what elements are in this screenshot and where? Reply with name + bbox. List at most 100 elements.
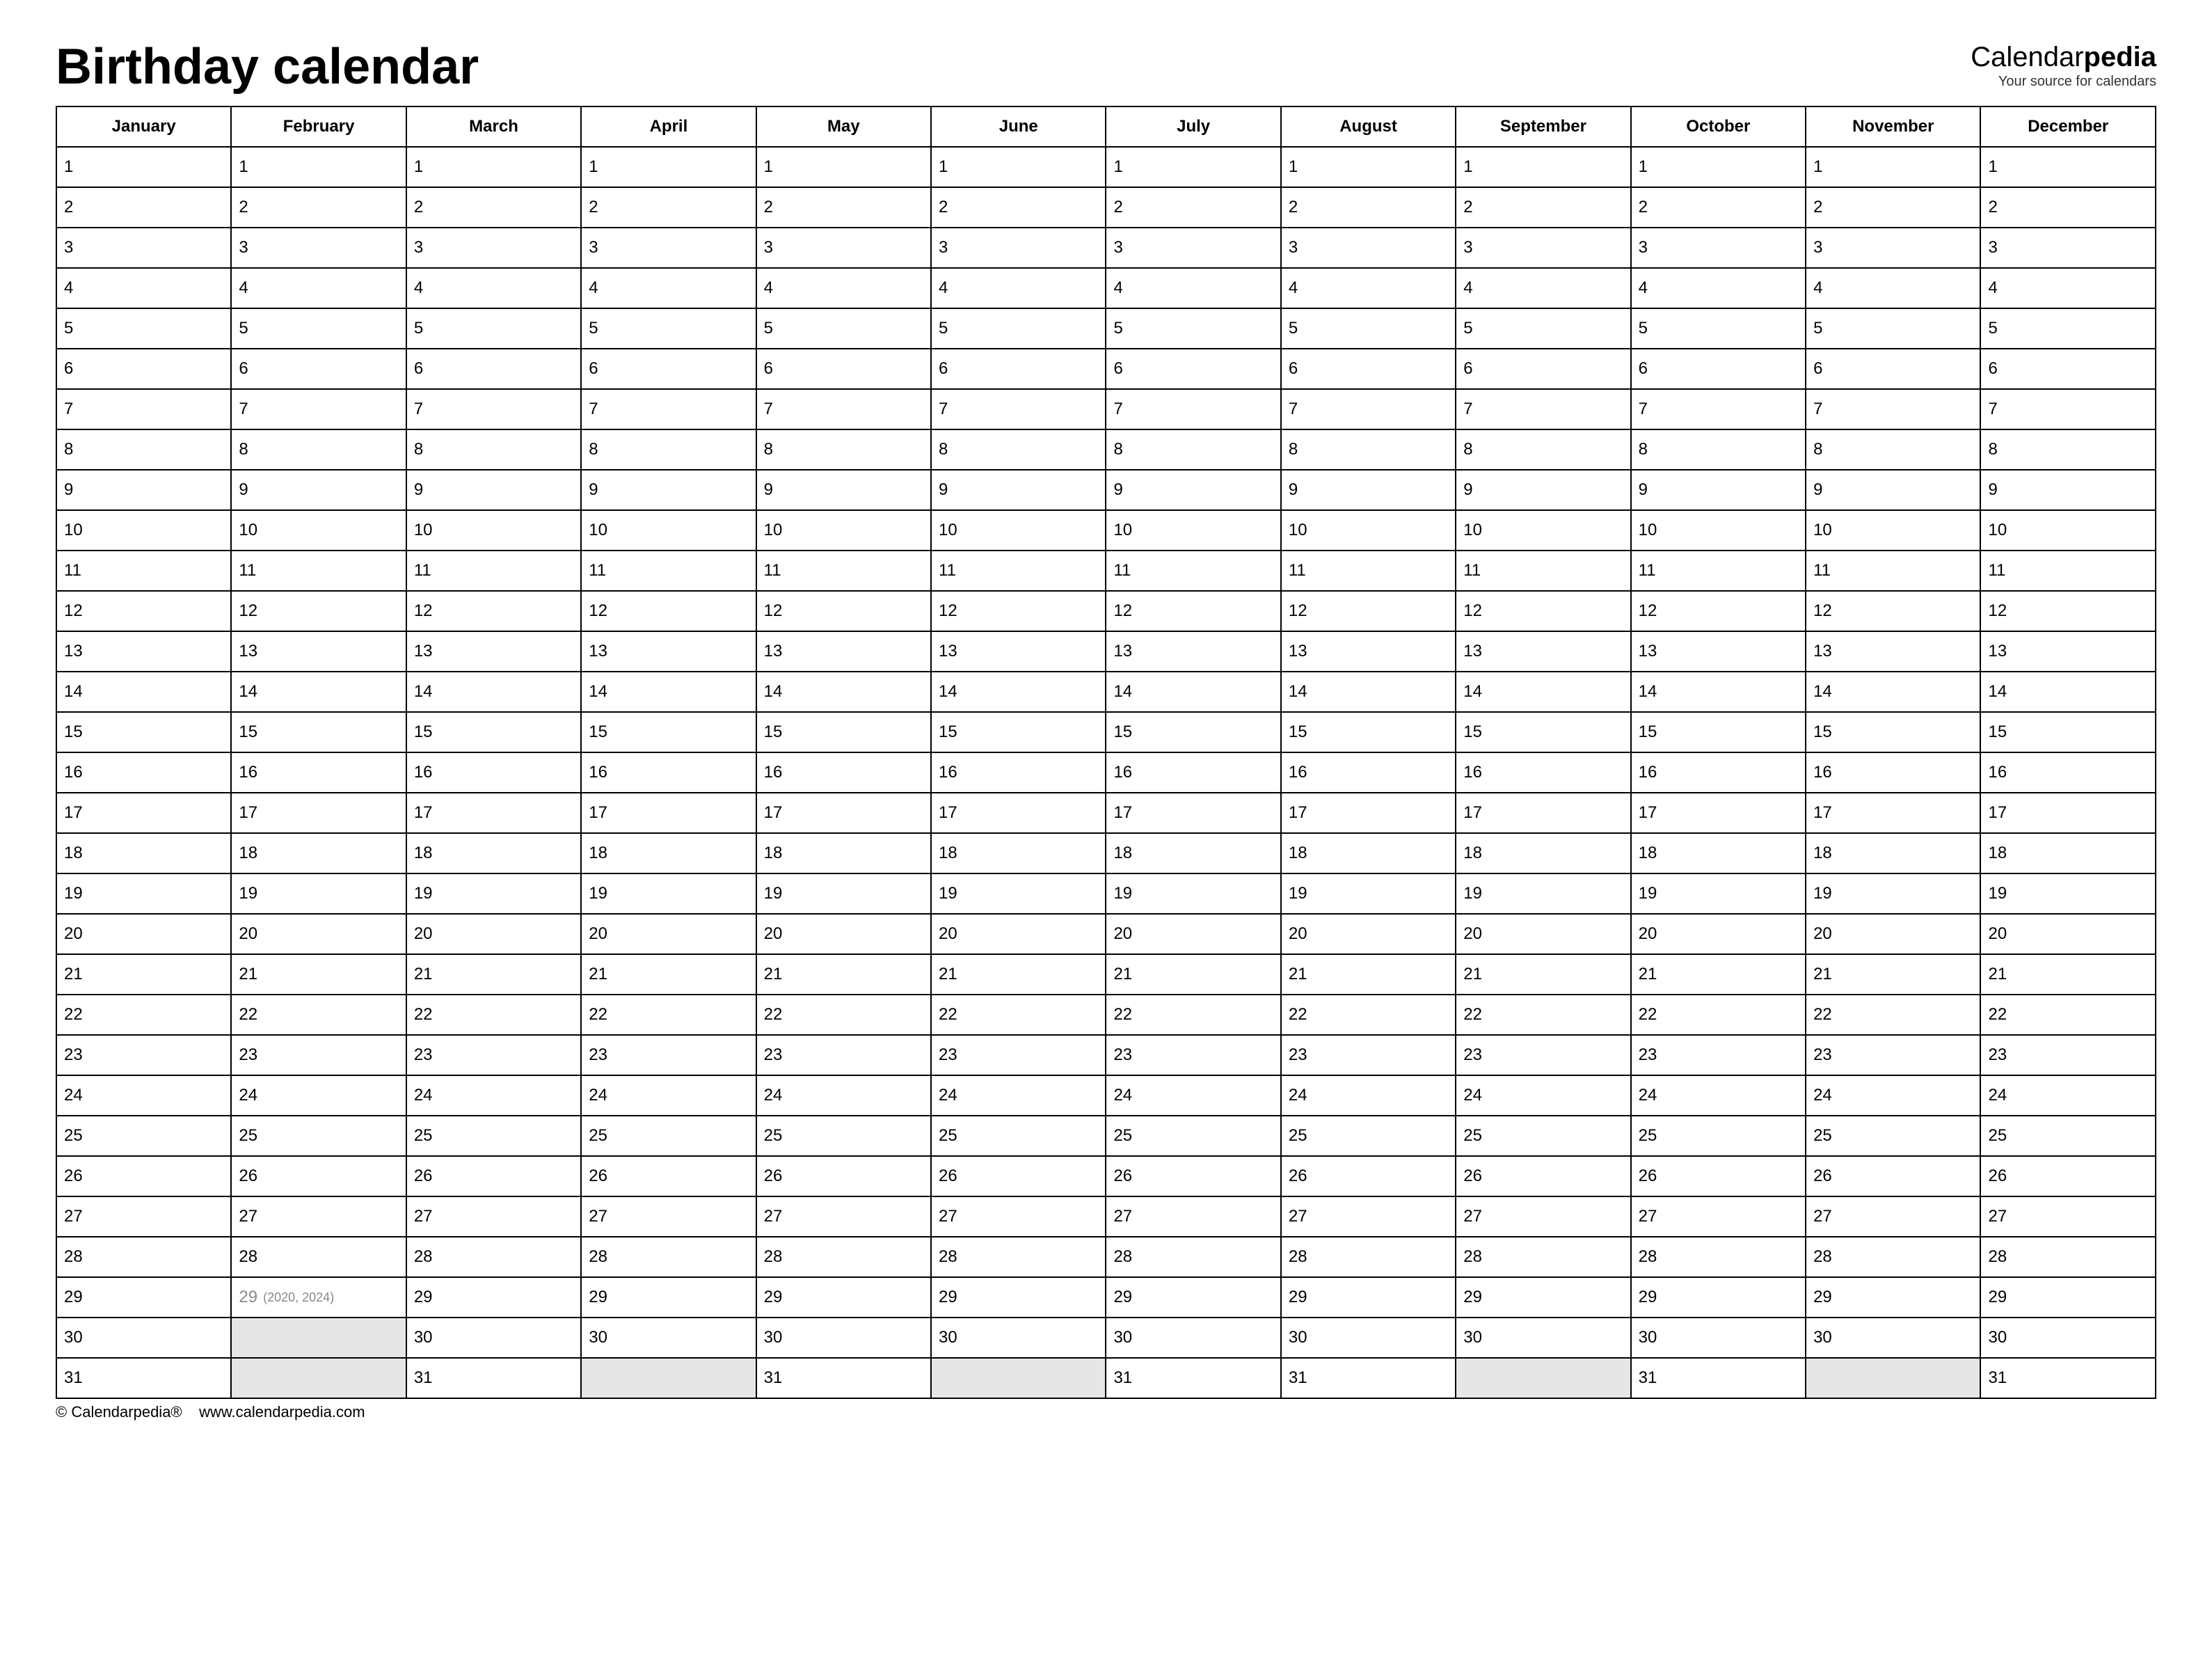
day-cell: 21: [1106, 954, 1280, 995]
day-number: 29: [1113, 1288, 1132, 1307]
day-cell: 8: [1631, 429, 1806, 470]
day-row: 171717171717171717171717: [56, 793, 2156, 833]
day-number: 11: [939, 561, 956, 580]
day-number: 3: [1639, 238, 1648, 258]
day-number: 25: [1289, 1126, 1307, 1146]
day-cell: 17: [581, 793, 756, 833]
day-cell: 30: [581, 1318, 756, 1358]
day-number: 22: [1988, 1005, 2007, 1025]
day-number: 17: [589, 803, 607, 823]
day-row: 111111111111111111111111: [56, 551, 2156, 591]
day-cell: 8: [56, 429, 231, 470]
day-number: 18: [1113, 844, 1132, 863]
day-number: 6: [1813, 359, 1822, 379]
day-number: 7: [939, 400, 948, 419]
day-cell: 24: [1456, 1075, 1630, 1116]
day-number: 18: [589, 844, 607, 863]
day-cell: 20: [231, 914, 406, 954]
day-cell: 23: [581, 1035, 756, 1075]
day-number: 16: [1289, 763, 1307, 782]
day-number: 18: [414, 844, 433, 863]
day-number: 10: [1113, 521, 1132, 540]
day-row: 282828282828282828282828: [56, 1237, 2156, 1277]
day-number: 13: [1463, 642, 1482, 661]
day-cell: 7: [1806, 389, 1980, 429]
day-number: 22: [1113, 1005, 1132, 1025]
day-cell: 6: [1806, 349, 1980, 389]
day-number: 24: [589, 1086, 607, 1105]
day-cell: 3: [1980, 228, 2156, 268]
day-cell: 4: [1281, 268, 1456, 308]
day-number: 7: [64, 400, 73, 419]
day-cell: 18: [1106, 833, 1280, 873]
day-cell: 7: [931, 389, 1106, 429]
day-cell: 2: [231, 187, 406, 228]
day-cell: 1: [756, 147, 931, 187]
day-number: 25: [239, 1126, 257, 1146]
day-number: 30: [1289, 1328, 1307, 1347]
day-cell: 13: [1980, 631, 2156, 672]
month-header: June: [931, 106, 1106, 147]
day-cell: 30: [1631, 1318, 1806, 1358]
feb29-note: (2020, 2024): [263, 1290, 334, 1305]
day-cell: 5: [1106, 308, 1280, 349]
day-number: 4: [939, 278, 948, 298]
day-cell: 3: [1631, 228, 1806, 268]
day-cell: 23: [1980, 1035, 2156, 1075]
day-cell: 7: [231, 389, 406, 429]
day-cell: 9: [56, 470, 231, 510]
day-cell: 14: [1106, 672, 1280, 712]
day-number: 22: [764, 1005, 783, 1025]
day-cell: 10: [56, 510, 231, 551]
day-number: 28: [1988, 1247, 2007, 1267]
day-number: 5: [1813, 319, 1822, 338]
day-cell: 6: [1631, 349, 1806, 389]
day-number: 4: [414, 278, 423, 298]
day-cell: 11: [1456, 551, 1630, 591]
day-number: 3: [1289, 238, 1298, 258]
day-row: 202020202020202020202020: [56, 914, 2156, 954]
day-cell: 27: [1456, 1196, 1630, 1237]
day-number: 22: [939, 1005, 957, 1025]
day-cell: 14: [1980, 672, 2156, 712]
day-row: 131313131313131313131313: [56, 631, 2156, 672]
day-cell: 18: [1631, 833, 1806, 873]
day-number: 16: [1113, 763, 1132, 782]
day-number: 3: [64, 238, 73, 258]
day-cell: 23: [1631, 1035, 1806, 1075]
day-number: 19: [414, 884, 433, 903]
day-number: 28: [1639, 1247, 1657, 1267]
day-cell: 16: [231, 752, 406, 793]
day-cell: 17: [56, 793, 231, 833]
day-number: 5: [764, 319, 773, 338]
day-row: 777777777777: [56, 389, 2156, 429]
day-row: 141414141414141414141414: [56, 672, 2156, 712]
day-cell: 26: [1456, 1156, 1630, 1196]
day-number: 14: [939, 682, 957, 702]
day-cell: 4: [581, 268, 756, 308]
day-number: 9: [64, 480, 73, 500]
day-row: 999999999999: [56, 470, 2156, 510]
day-cell: 18: [406, 833, 581, 873]
day-number: 3: [1113, 238, 1122, 258]
day-number: 24: [1113, 1086, 1132, 1105]
day-number: 20: [1813, 924, 1832, 944]
day-cell: 9: [1281, 470, 1456, 510]
day-cell: 12: [1456, 591, 1630, 631]
day-cell: 10: [581, 510, 756, 551]
day-cell: 27: [1806, 1196, 1980, 1237]
day-number: 21: [589, 965, 607, 984]
day-number: 31: [1988, 1368, 2007, 1388]
day-cell: 3: [1106, 228, 1280, 268]
day-number: 27: [239, 1207, 257, 1226]
day-cell: 23: [1806, 1035, 1980, 1075]
day-cell: 1: [231, 147, 406, 187]
day-number: 31: [1639, 1368, 1657, 1388]
day-row: 2929(2020, 2024)29292929292929292929: [56, 1277, 2156, 1318]
day-cell: 25: [1980, 1116, 2156, 1156]
day-cell: 25: [1456, 1116, 1630, 1156]
day-cell: 24: [1631, 1075, 1806, 1116]
day-number: 10: [64, 521, 83, 540]
day-row: 252525252525252525252525: [56, 1116, 2156, 1156]
day-number: 3: [1813, 238, 1822, 258]
